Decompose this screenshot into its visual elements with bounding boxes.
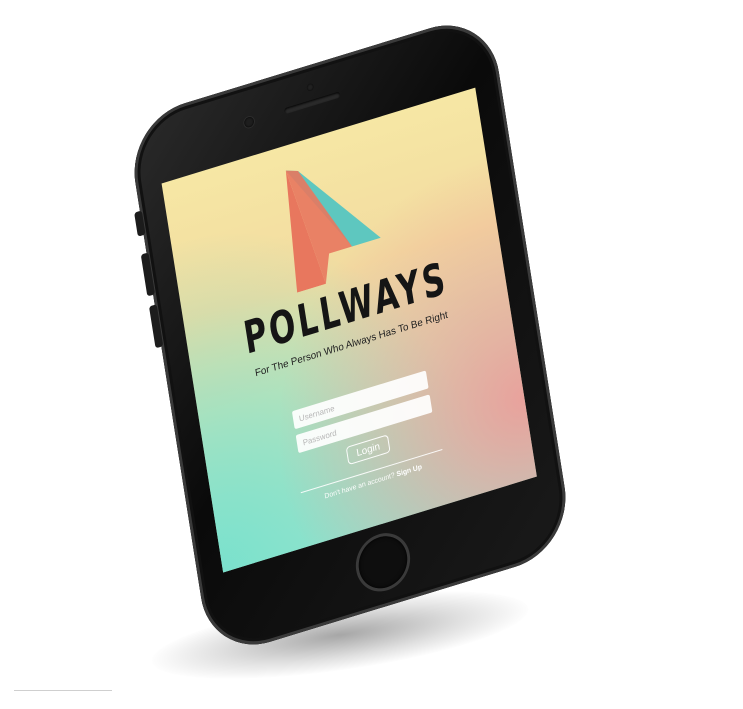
signup-link[interactable]: Sign Up: [396, 464, 422, 479]
pollways-a-logo-icon: [285, 170, 381, 293]
phone-device: POLLWAYS For The Person Who Always Has T…: [125, 10, 575, 660]
decorative-line: [14, 690, 112, 691]
login-button[interactable]: Login: [345, 434, 391, 466]
mockup-stage: POLLWAYS For The Person Who Always Has T…: [0, 0, 743, 709]
signup-prompt: Don't have an account?: [324, 471, 398, 501]
